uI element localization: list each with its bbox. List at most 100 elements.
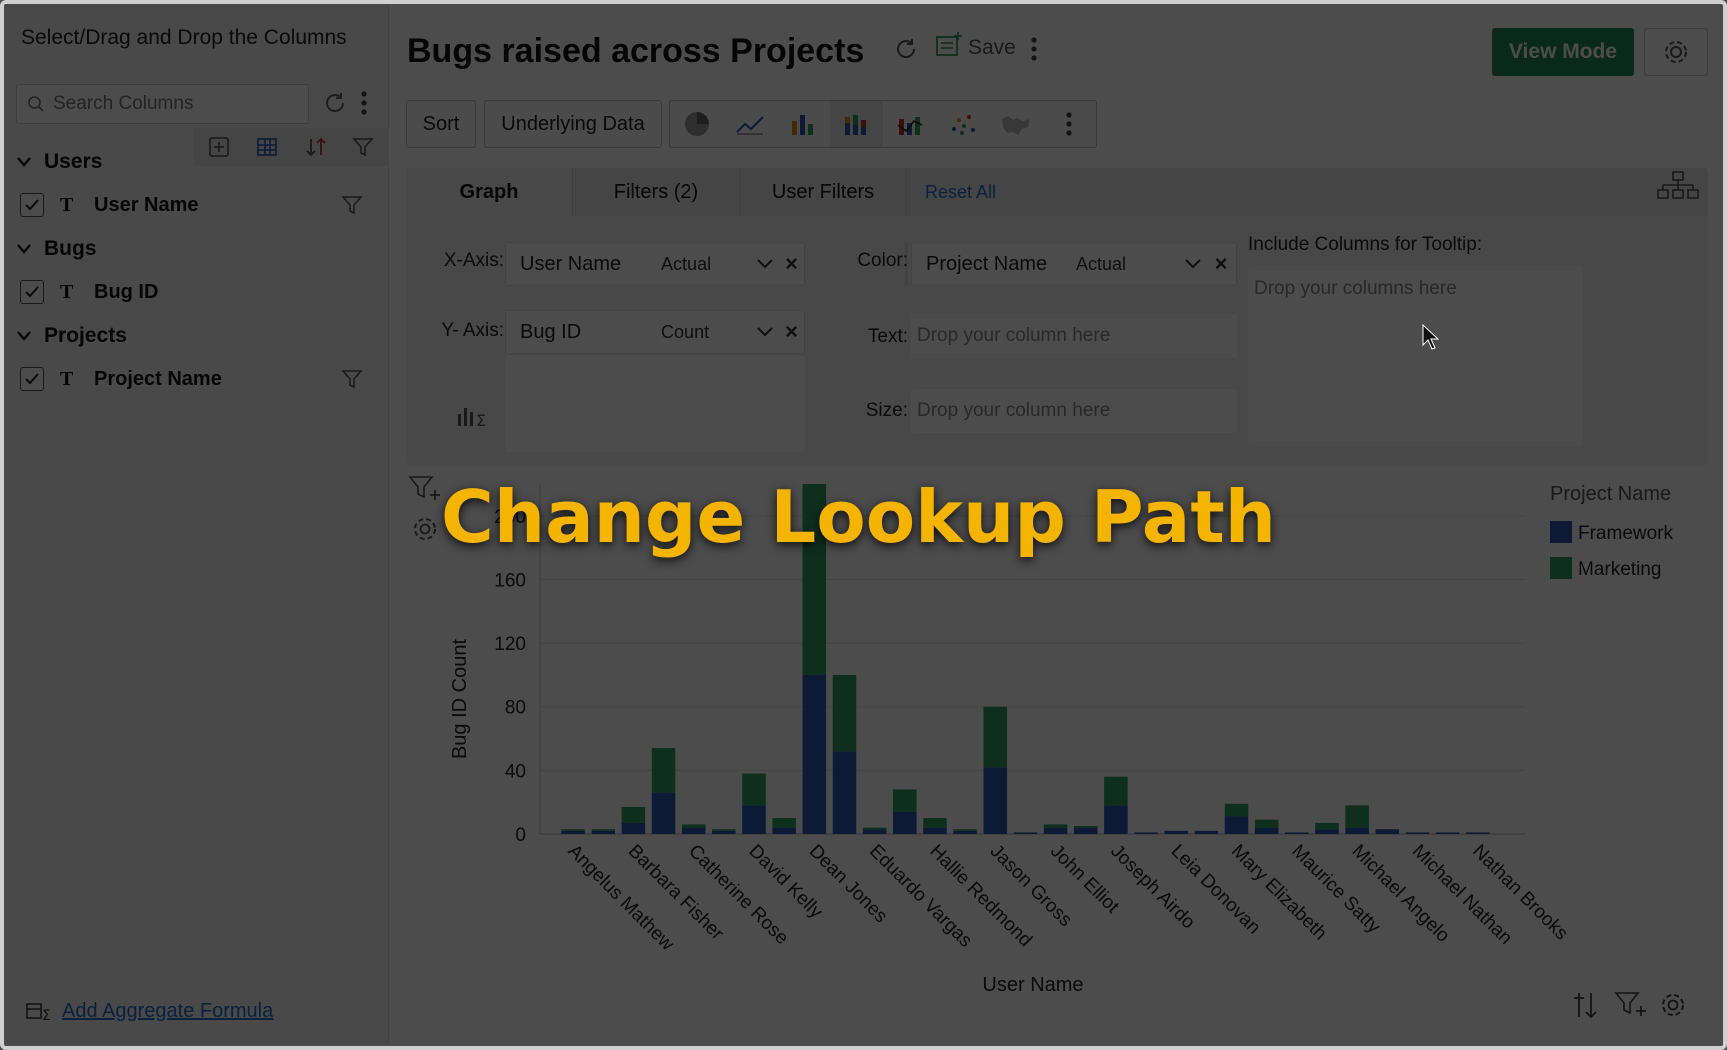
color-aggregate[interactable]: Actual — [1076, 254, 1184, 275]
x-axis-field[interactable]: User Name Actual × — [505, 242, 805, 286]
bar-marketing — [1073, 826, 1098, 828]
bar-marketing — [1224, 803, 1249, 817]
text-drop-field[interactable]: Drop your column here — [911, 314, 1237, 358]
tooltip-drop-area[interactable]: Drop your columns here — [1248, 266, 1583, 446]
mouse-cursor-icon — [1422, 323, 1440, 355]
more-options-icon[interactable] — [1030, 36, 1038, 62]
column-checkbox[interactable] — [20, 367, 44, 391]
category-users[interactable]: Users — [16, 150, 102, 174]
column-item-user-name[interactable]: T User Name — [20, 188, 375, 222]
legend-title: Project Name — [1550, 483, 1671, 505]
bar-chart-icon[interactable] — [777, 101, 830, 147]
category-projects[interactable]: Projects — [16, 324, 127, 348]
map-chart-icon[interactable] — [990, 101, 1043, 147]
bar-framework — [1164, 830, 1188, 834]
y-axis-drop-area[interactable] — [505, 356, 805, 452]
chevron-down-icon[interactable] — [1184, 253, 1208, 276]
bar-framework — [561, 830, 585, 834]
y-axis-field[interactable]: Bug ID Count × — [505, 310, 805, 354]
refresh-icon[interactable] — [322, 90, 348, 116]
bar-framework — [1285, 832, 1309, 834]
bar-marketing — [1315, 822, 1339, 830]
filter-icon[interactable] — [341, 194, 363, 221]
bar-framework — [772, 827, 796, 834]
column-item-project-name[interactable]: T Project Name — [20, 362, 375, 396]
chevron-down-icon[interactable] — [756, 253, 779, 276]
bar-marketing — [561, 829, 585, 831]
legend-label: Framework — [1578, 523, 1674, 544]
aggregate-bar-icon[interactable]: Σ — [456, 404, 492, 428]
column-name: User Name — [94, 193, 199, 216]
close-icon[interactable]: × — [779, 251, 804, 277]
category-bugs[interactable]: Bugs — [16, 237, 97, 261]
column-checkbox[interactable] — [20, 193, 44, 217]
column-checkbox[interactable] — [20, 280, 44, 304]
more-chart-types-icon[interactable] — [1043, 101, 1096, 147]
sort-button[interactable]: Sort — [406, 100, 476, 148]
y-tick-label: 200 — [494, 507, 526, 528]
chart-area: 0 40 80 120 160 200 Angelus Mathew Barbara Fish… — [390, 470, 1727, 1030]
underlying-data-button[interactable]: Underlying Data — [484, 100, 662, 148]
bar-marketing — [742, 773, 766, 806]
column-item-bug-id[interactable]: T Bug ID — [20, 275, 375, 309]
bar-marketing — [802, 484, 827, 675]
bar-marketing — [772, 818, 796, 828]
svg-text:Σ: Σ — [476, 411, 486, 428]
y-axis-aggregate[interactable]: Count — [661, 322, 756, 343]
bar-framework — [1073, 827, 1098, 834]
pie-chart-icon[interactable] — [670, 101, 723, 147]
x-tick-label: Angelus Mathew — [564, 841, 678, 955]
bar-framework — [923, 827, 947, 834]
bar-marketing — [953, 829, 977, 831]
gear-icon[interactable] — [1658, 990, 1688, 1020]
line-chart-icon[interactable] — [723, 101, 776, 147]
tooltip-label: Include Columns for Tooltip: — [1248, 234, 1483, 255]
add-aggregate-formula-link[interactable]: Add Aggregate Formula — [62, 1000, 273, 1023]
chart-settings-icon[interactable] — [410, 514, 440, 544]
add-filter-icon[interactable] — [1614, 990, 1648, 1020]
x-axis-aggregate[interactable]: Actual — [661, 254, 756, 275]
add-aggregate-formula[interactable]: Σ Add Aggregate Formula — [26, 1000, 273, 1023]
add-filter-icon[interactable] — [408, 474, 442, 504]
close-icon[interactable]: × — [779, 319, 804, 345]
text-type-icon: T — [60, 280, 74, 303]
close-icon[interactable]: × — [1208, 251, 1234, 277]
stacked-bar-chart-icon[interactable] — [829, 101, 883, 147]
search-box[interactable] — [16, 84, 309, 124]
column-name: Project Name — [94, 367, 222, 390]
tab-filters[interactable]: Filters (2) — [573, 168, 739, 216]
settings-button[interactable] — [1644, 28, 1708, 76]
more-options-icon[interactable] — [360, 90, 368, 116]
add-column-icon[interactable] — [208, 136, 230, 158]
color-field[interactable]: Project Name Actual × — [911, 242, 1237, 286]
bar-marketing — [1254, 819, 1279, 828]
bar-framework — [1345, 827, 1369, 834]
search-input[interactable] — [53, 91, 303, 117]
chart-config-panel: Graph Filters (2) User Filters Reset All… — [406, 168, 1708, 465]
text-type-icon: T — [60, 193, 74, 216]
chevron-down-icon — [17, 331, 31, 341]
reset-all-link[interactable]: Reset All — [925, 182, 996, 203]
chart-type-toolbar — [669, 100, 1097, 148]
bar-marketing — [651, 748, 676, 793]
view-mode-button[interactable]: View Mode — [1492, 28, 1634, 76]
y-axis-column: Bug ID — [520, 320, 582, 343]
y-axis-label: Y- Axis: — [441, 320, 504, 341]
refresh-icon[interactable] — [893, 36, 919, 62]
filter-icon[interactable] — [341, 368, 363, 395]
filter-columns-icon[interactable] — [352, 136, 374, 158]
sort-columns-icon[interactable] — [304, 136, 328, 158]
tab-user-filters[interactable]: User Filters — [740, 168, 906, 216]
combo-chart-icon[interactable] — [883, 101, 936, 147]
sort-toggle-icon[interactable] — [1570, 990, 1600, 1020]
bar-marketing — [1345, 805, 1369, 828]
y-tick-label: 120 — [494, 634, 526, 655]
tab-graph[interactable]: Graph — [406, 168, 572, 216]
size-drop-field[interactable]: Drop your column here — [911, 389, 1237, 433]
hierarchy-icon[interactable] — [1656, 170, 1700, 200]
bar-framework — [1315, 829, 1339, 834]
chevron-down-icon[interactable] — [756, 321, 779, 344]
save-button[interactable]: Save — [934, 30, 1016, 60]
table-view-icon[interactable] — [256, 136, 278, 158]
scatter-chart-icon[interactable] — [936, 101, 989, 147]
